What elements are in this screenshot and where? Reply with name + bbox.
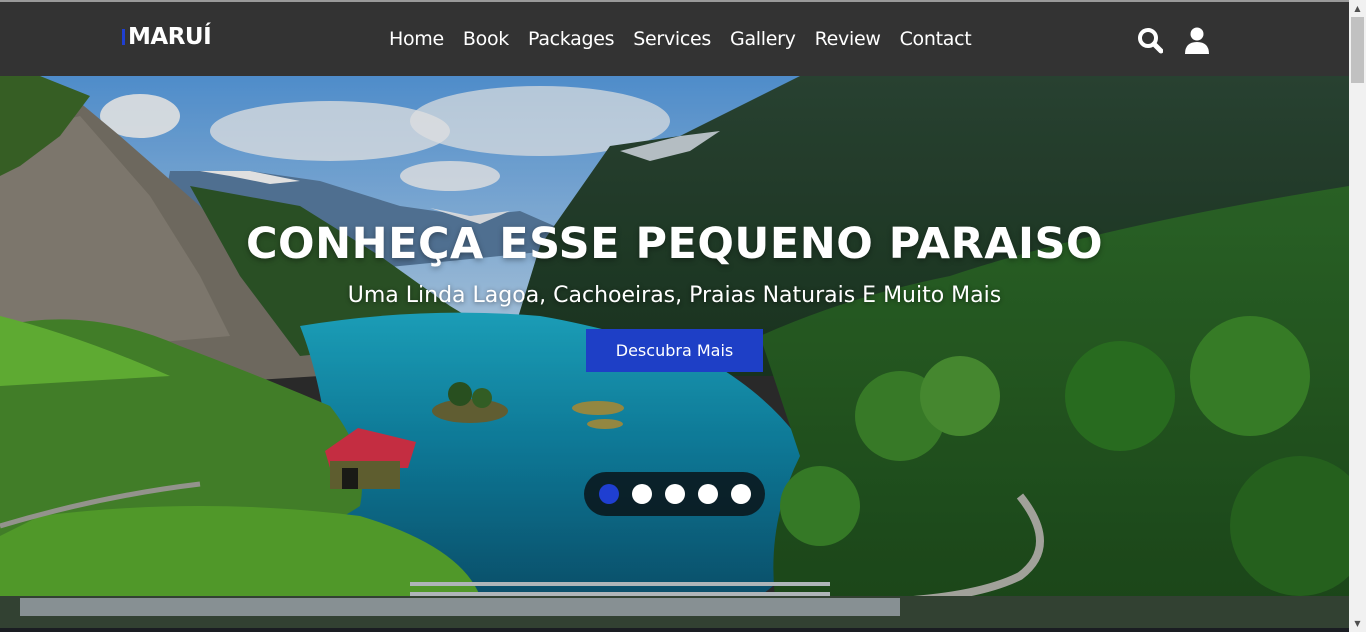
nav-gallery[interactable]: Gallery xyxy=(730,28,796,50)
site-header: MARUÍ Home Book Packages Services Galler… xyxy=(0,0,1349,76)
slide-dot-1[interactable] xyxy=(598,484,619,504)
slider-pagination xyxy=(584,472,765,516)
user-icon xyxy=(1185,27,1209,54)
scroll-down-arrow-icon[interactable]: ▼ xyxy=(1349,615,1366,632)
page: MARUÍ Home Book Packages Services Galler… xyxy=(0,0,1366,632)
search-button[interactable] xyxy=(1137,27,1164,55)
main-nav: Home Book Packages Services Gallery Revi… xyxy=(389,28,990,50)
slide-dot-5[interactable] xyxy=(730,484,751,504)
nav-home[interactable]: Home xyxy=(389,28,444,50)
slide-dot-4[interactable] xyxy=(697,484,718,504)
nav-contact[interactable]: Contact xyxy=(900,28,972,50)
slide-dot-2[interactable] xyxy=(631,484,652,504)
scroll-thumb[interactable] xyxy=(1351,17,1364,83)
logo-mark-icon xyxy=(122,29,125,45)
nav-review[interactable]: Review xyxy=(815,28,881,50)
nav-book[interactable]: Book xyxy=(463,28,509,50)
user-account-button[interactable] xyxy=(1184,27,1210,55)
logo-text: MARUÍ xyxy=(128,24,212,50)
search-icon xyxy=(1138,28,1164,54)
logo[interactable]: MARUÍ xyxy=(122,24,212,50)
page-bottom-edge xyxy=(0,628,1349,632)
hero-subtitle: Uma Linda Lagoa, Cachoeiras, Praias Natu… xyxy=(347,283,1002,308)
nav-packages[interactable]: Packages xyxy=(528,28,615,50)
slide-dot-3[interactable] xyxy=(664,484,685,504)
hero-slider: CONHEÇA ESSE PEQUENO PARAISO Uma Linda L… xyxy=(0,76,1349,628)
scroll-up-arrow-icon[interactable]: ▲ xyxy=(1349,0,1366,17)
nav-services[interactable]: Services xyxy=(633,28,711,50)
hero-title: CONHEÇA ESSE PEQUENO PARAISO xyxy=(246,219,1103,269)
discover-more-button[interactable]: Descubra Mais xyxy=(586,329,763,372)
vertical-scrollbar[interactable]: ▲ ▼ xyxy=(1349,0,1366,632)
